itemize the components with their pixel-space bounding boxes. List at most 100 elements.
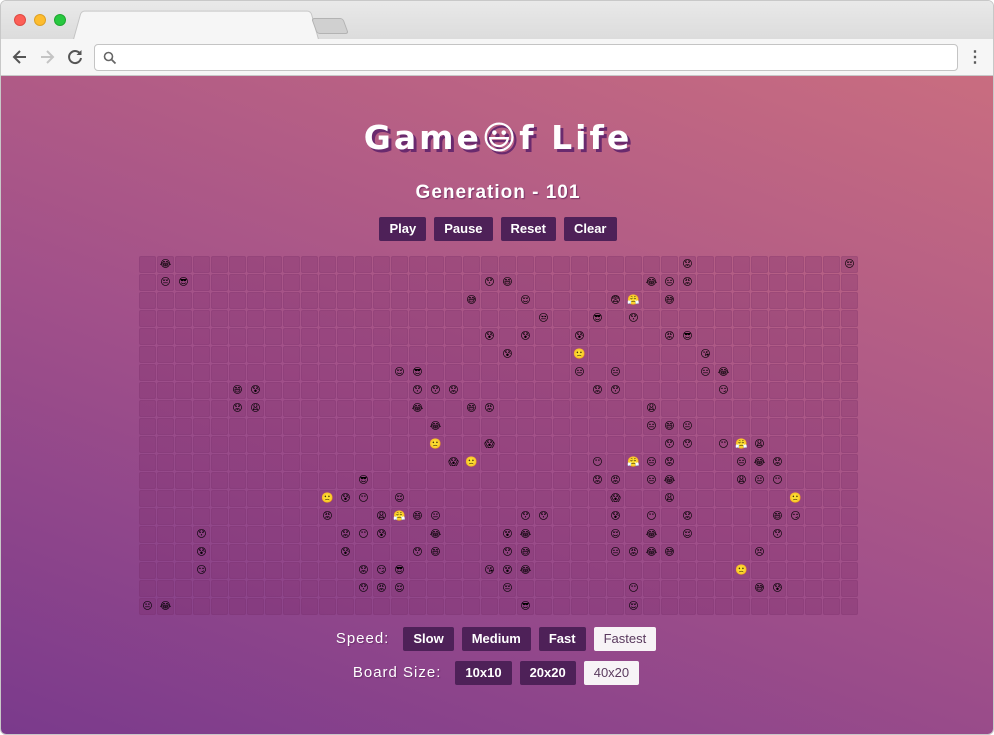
empty-cell[interactable] bbox=[301, 544, 318, 561]
empty-cell[interactable] bbox=[589, 544, 606, 561]
alive-cell[interactable]: 😩 bbox=[643, 400, 660, 417]
alive-cell[interactable]: 😰 bbox=[481, 328, 498, 345]
empty-cell[interactable] bbox=[391, 310, 408, 327]
alive-cell[interactable]: 😏 bbox=[715, 382, 732, 399]
empty-cell[interactable] bbox=[337, 580, 354, 597]
empty-cell[interactable] bbox=[175, 562, 192, 579]
empty-cell[interactable] bbox=[265, 544, 282, 561]
empty-cell[interactable] bbox=[391, 328, 408, 345]
alive-cell[interactable]: 😶 bbox=[625, 580, 642, 597]
empty-cell[interactable] bbox=[571, 580, 588, 597]
empty-cell[interactable] bbox=[571, 544, 588, 561]
empty-cell[interactable] bbox=[715, 472, 732, 489]
empty-cell[interactable] bbox=[787, 436, 804, 453]
empty-cell[interactable] bbox=[625, 490, 642, 507]
empty-cell[interactable] bbox=[769, 544, 786, 561]
empty-cell[interactable] bbox=[445, 400, 462, 417]
empty-cell[interactable] bbox=[841, 328, 858, 345]
empty-cell[interactable] bbox=[373, 400, 390, 417]
empty-cell[interactable] bbox=[625, 346, 642, 363]
alive-cell[interactable]: 😰 bbox=[247, 382, 264, 399]
empty-cell[interactable] bbox=[355, 382, 372, 399]
empty-cell[interactable] bbox=[391, 346, 408, 363]
empty-cell[interactable] bbox=[697, 256, 714, 273]
empty-cell[interactable] bbox=[571, 490, 588, 507]
empty-cell[interactable] bbox=[553, 490, 570, 507]
empty-cell[interactable] bbox=[823, 292, 840, 309]
empty-cell[interactable] bbox=[409, 598, 426, 615]
empty-cell[interactable] bbox=[337, 562, 354, 579]
empty-cell[interactable] bbox=[175, 310, 192, 327]
close-window-icon[interactable] bbox=[14, 14, 26, 26]
empty-cell[interactable] bbox=[391, 400, 408, 417]
empty-cell[interactable] bbox=[643, 598, 660, 615]
empty-cell[interactable] bbox=[643, 436, 660, 453]
empty-cell[interactable] bbox=[841, 508, 858, 525]
empty-cell[interactable] bbox=[229, 274, 246, 291]
empty-cell[interactable] bbox=[373, 292, 390, 309]
empty-cell[interactable] bbox=[283, 508, 300, 525]
empty-cell[interactable] bbox=[427, 292, 444, 309]
alive-cell[interactable]: 😩 bbox=[661, 490, 678, 507]
kebab-menu-icon[interactable]: ⋮ bbox=[967, 47, 983, 69]
empty-cell[interactable] bbox=[463, 328, 480, 345]
empty-cell[interactable] bbox=[553, 508, 570, 525]
empty-cell[interactable] bbox=[301, 400, 318, 417]
empty-cell[interactable] bbox=[373, 490, 390, 507]
empty-cell[interactable] bbox=[769, 256, 786, 273]
empty-cell[interactable] bbox=[175, 364, 192, 381]
alive-cell[interactable]: 😑 bbox=[643, 472, 660, 489]
empty-cell[interactable] bbox=[139, 400, 156, 417]
empty-cell[interactable] bbox=[823, 256, 840, 273]
alive-cell[interactable]: 😂 bbox=[517, 562, 534, 579]
empty-cell[interactable] bbox=[733, 274, 750, 291]
empty-cell[interactable] bbox=[571, 256, 588, 273]
address-bar[interactable] bbox=[94, 44, 958, 71]
empty-cell[interactable] bbox=[535, 490, 552, 507]
empty-cell[interactable] bbox=[697, 400, 714, 417]
empty-cell[interactable] bbox=[157, 580, 174, 597]
empty-cell[interactable] bbox=[553, 562, 570, 579]
empty-cell[interactable] bbox=[823, 346, 840, 363]
empty-cell[interactable] bbox=[715, 526, 732, 543]
empty-cell[interactable] bbox=[841, 526, 858, 543]
empty-cell[interactable] bbox=[625, 382, 642, 399]
empty-cell[interactable] bbox=[247, 580, 264, 597]
empty-cell[interactable] bbox=[229, 364, 246, 381]
empty-cell[interactable] bbox=[337, 598, 354, 615]
empty-cell[interactable] bbox=[247, 490, 264, 507]
empty-cell[interactable] bbox=[265, 562, 282, 579]
back-icon[interactable] bbox=[9, 46, 31, 68]
alive-cell[interactable]: 😑 bbox=[733, 454, 750, 471]
empty-cell[interactable] bbox=[679, 292, 696, 309]
empty-cell[interactable] bbox=[373, 310, 390, 327]
empty-cell[interactable] bbox=[715, 508, 732, 525]
alive-cell[interactable]: 😂 bbox=[751, 454, 768, 471]
empty-cell[interactable] bbox=[211, 508, 228, 525]
empty-cell[interactable] bbox=[805, 400, 822, 417]
empty-cell[interactable] bbox=[787, 562, 804, 579]
forward-icon[interactable] bbox=[36, 46, 58, 68]
empty-cell[interactable] bbox=[355, 310, 372, 327]
empty-cell[interactable] bbox=[463, 472, 480, 489]
empty-cell[interactable] bbox=[463, 526, 480, 543]
empty-cell[interactable] bbox=[247, 544, 264, 561]
empty-cell[interactable] bbox=[589, 562, 606, 579]
alive-cell[interactable]: 😤 bbox=[391, 508, 408, 525]
empty-cell[interactable] bbox=[553, 580, 570, 597]
empty-cell[interactable] bbox=[823, 472, 840, 489]
empty-cell[interactable] bbox=[661, 310, 678, 327]
empty-cell[interactable] bbox=[553, 382, 570, 399]
empty-cell[interactable] bbox=[175, 346, 192, 363]
alive-cell[interactable]: 😶 bbox=[715, 436, 732, 453]
alive-cell[interactable]: 😱 bbox=[607, 490, 624, 507]
empty-cell[interactable] bbox=[697, 526, 714, 543]
empty-cell[interactable] bbox=[175, 598, 192, 615]
empty-cell[interactable] bbox=[445, 472, 462, 489]
empty-cell[interactable] bbox=[481, 508, 498, 525]
alive-cell[interactable]: 😟 bbox=[589, 382, 606, 399]
alive-cell[interactable]: 😔 bbox=[499, 580, 516, 597]
empty-cell[interactable] bbox=[427, 256, 444, 273]
empty-cell[interactable] bbox=[643, 490, 660, 507]
empty-cell[interactable] bbox=[571, 454, 588, 471]
